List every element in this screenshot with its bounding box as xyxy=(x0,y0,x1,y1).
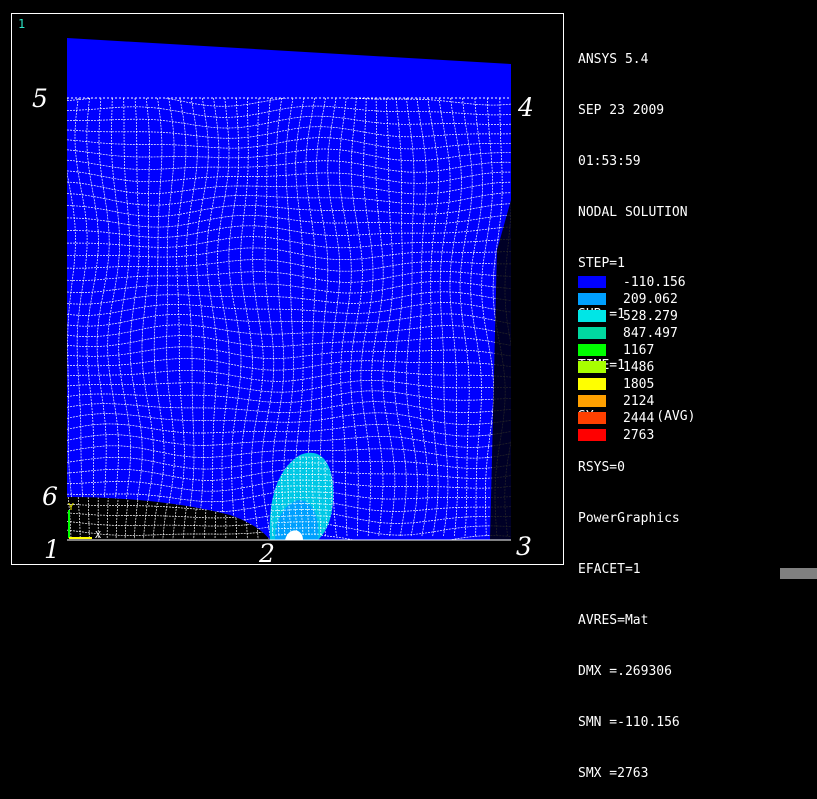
info-line: DMX =.269306 xyxy=(578,663,695,680)
corner-label-6: 6 xyxy=(42,484,58,509)
legend-swatch xyxy=(578,429,606,441)
info-line: PowerGraphics xyxy=(578,510,695,527)
info-line: AVRES=Mat xyxy=(578,612,695,629)
corner-label-3: 3 xyxy=(516,534,532,559)
corner-label-1: 1 xyxy=(44,537,60,562)
info-line: EFACET=1 xyxy=(578,561,695,578)
window-edge xyxy=(780,568,817,579)
legend-swatch xyxy=(578,378,606,390)
info-line: SEP 23 2009 xyxy=(578,102,695,119)
legend-value: 847.497 xyxy=(623,325,678,342)
triad-x-label: X xyxy=(95,530,101,541)
corner-label-2: 2 xyxy=(259,541,275,566)
legend-swatch xyxy=(578,310,606,322)
legend-value: 2763 xyxy=(623,427,654,444)
legend-value: 2444 xyxy=(623,410,654,427)
legend-swatch xyxy=(578,395,606,407)
legend-value: 209.062 xyxy=(623,291,678,308)
info-line: STEP=1 xyxy=(578,255,695,272)
legend-value: 1805 xyxy=(623,376,654,393)
info-line: NODAL SOLUTION xyxy=(578,204,695,221)
legend-swatch xyxy=(578,293,606,305)
info-line: RSYS=0 xyxy=(578,459,695,476)
legend-swatch xyxy=(578,327,606,339)
legend-swatch xyxy=(578,412,606,424)
legend-value: -110.156 xyxy=(623,274,686,291)
info-line: ANSYS 5.4 xyxy=(578,51,695,68)
legend-swatch xyxy=(578,361,606,373)
legend-value: 1167 xyxy=(623,342,654,359)
info-line: SMX =2763 xyxy=(578,765,695,782)
legend-value: 1486 xyxy=(623,359,654,376)
triad-y-label: Y xyxy=(68,502,74,513)
info-line: 01:53:59 xyxy=(578,153,695,170)
legend-value: 2124 xyxy=(623,393,654,410)
legend-swatch xyxy=(578,276,606,288)
corner-label-4: 4 xyxy=(518,95,534,120)
legend-value: 528.279 xyxy=(623,308,678,325)
corner-label-5: 5 xyxy=(32,86,48,111)
legend-swatch xyxy=(578,344,606,356)
info-line: SMN =-110.156 xyxy=(578,714,695,731)
top-solid-region xyxy=(67,38,511,98)
